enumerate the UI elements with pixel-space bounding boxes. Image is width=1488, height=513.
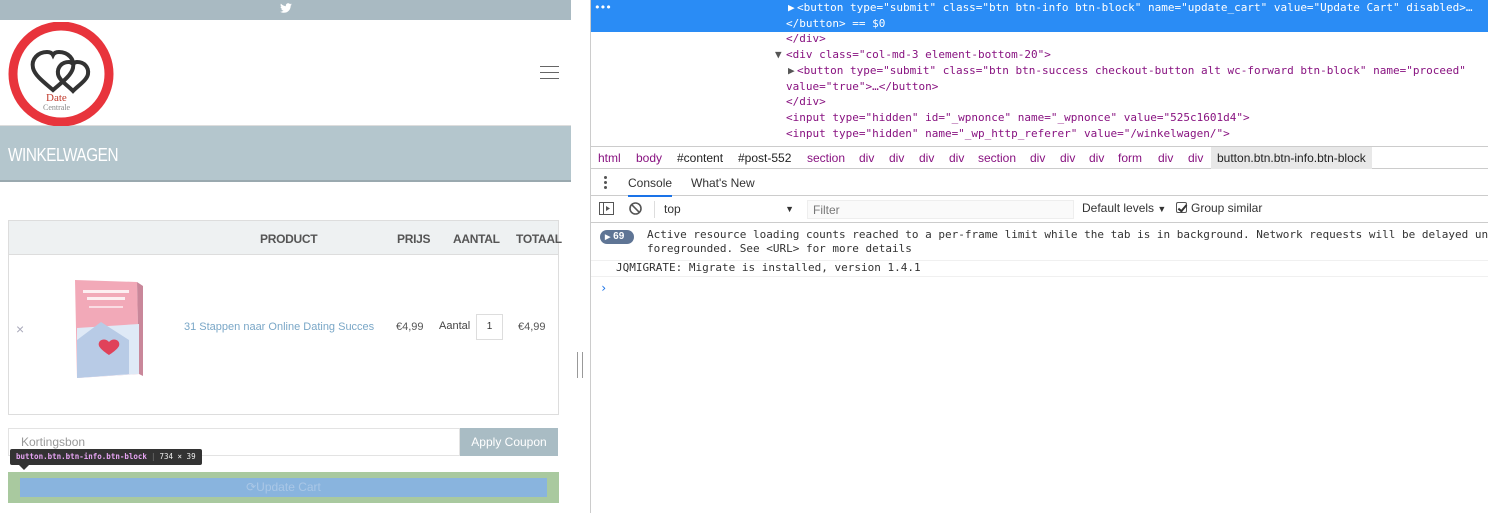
dom-node[interactable]: ▼ <div class="col-md-3 element-bottom-20…	[591, 47, 1488, 63]
breadcrumb-item[interactable]: form	[1118, 147, 1142, 169]
product-link[interactable]: 31 Stappen naar Online Dating Succes	[184, 321, 374, 333]
dom-node-text: </button> == $0	[786, 17, 886, 30]
breadcrumb-item[interactable]: #post-552	[738, 147, 791, 169]
group-similar-label: Group similar	[1191, 201, 1263, 215]
sidebar-toggle-icon[interactable]	[599, 202, 614, 215]
expand-arrow-icon[interactable]: ▶	[788, 63, 795, 79]
tooltip-size: 734 × 39	[159, 452, 196, 461]
cart-table: PRODUCT PRIJS AANTAL TOTAAL × 31 Stappen…	[8, 220, 562, 415]
column-total: TOTAAL	[516, 232, 562, 246]
breadcrumb-item[interactable]: div	[1188, 147, 1203, 169]
update-cart-button[interactable]: ⟳Update Cart	[20, 478, 547, 497]
repeat-count-badge: ▶ 69	[600, 230, 634, 244]
expand-arrow-icon[interactable]: ▶	[788, 0, 795, 16]
dom-breadcrumbs: html body #content #post-552 section div…	[591, 146, 1488, 169]
message-text: Active resource loading counts reached t…	[647, 228, 1488, 241]
tab-console[interactable]: Console	[628, 176, 673, 197]
context-select[interactable]: top ▼	[654, 201, 794, 218]
line-total: €4,99	[518, 321, 546, 333]
breadcrumb-item[interactable]: div	[949, 147, 964, 169]
dropdown-caret-icon: ▼	[1157, 204, 1167, 214]
column-product: PRODUCT	[260, 232, 318, 246]
column-price: PRIJS	[397, 232, 431, 246]
breadcrumb-item[interactable]: div	[919, 147, 934, 169]
update-cart-label: Update Cart	[256, 480, 321, 494]
resize-grip-icon[interactable]	[577, 352, 583, 378]
checkbox-checked-icon[interactable]	[1176, 202, 1187, 213]
breadcrumb-item[interactable]: div	[889, 147, 904, 169]
group-similar-checkbox[interactable]: Group similar	[1176, 201, 1262, 215]
breadcrumb-item[interactable]: body	[636, 147, 662, 169]
tab-whats-new[interactable]: What's New	[691, 176, 755, 190]
log-levels-dropdown[interactable]: Default levels ▼	[1082, 201, 1166, 215]
dom-node-text: </div>	[786, 32, 826, 45]
drawer-menu-icon[interactable]	[604, 176, 607, 191]
breadcrumb-item[interactable]: section	[807, 147, 845, 169]
logo-line-centrale: Centrale	[43, 103, 71, 112]
site-header: Date Centrale	[0, 20, 571, 126]
dom-node-text: <input type="hidden" id="_wpnonce" name=…	[786, 111, 1250, 124]
breadcrumb-item[interactable]: html	[598, 147, 621, 169]
dom-node-text: <button type="submit" class="btn btn-inf…	[797, 1, 1473, 14]
quantity-input[interactable]: 1	[476, 314, 503, 340]
breadcrumb-item[interactable]: div	[1030, 147, 1045, 169]
dom-node[interactable]: ▶ <button type="submit" class="btn btn-s…	[591, 63, 1488, 79]
dom-node-selected-close[interactable]: </button> == $0	[591, 16, 1488, 32]
menu-hamburger-icon[interactable]	[540, 66, 559, 80]
breadcrumb-item-current[interactable]: button.btn.btn-info.btn-block	[1211, 147, 1372, 169]
breadcrumb-item[interactable]: #content	[677, 147, 723, 169]
console-filter-input[interactable]: Filter	[807, 200, 1074, 219]
badge-arrow-icon: ▶	[605, 234, 611, 241]
website-viewport: Date Centrale WINKELWAGEN PRODUCT PRIJS …	[0, 0, 571, 513]
inspect-tooltip: button.btn.btn-info.btn-block | 734 × 39	[10, 449, 202, 465]
clear-console-icon[interactable]	[629, 202, 642, 215]
console-toolbar: top ▼ Filter Default levels ▼ Group simi…	[591, 196, 1488, 223]
panel-splitter[interactable]	[571, 0, 591, 513]
message-text: foregrounded. See <URL> for more details	[647, 242, 912, 255]
message-text: JQMIGRATE: Migrate is installed, version…	[616, 261, 921, 274]
twitter-icon[interactable]	[279, 1, 293, 15]
apply-coupon-button[interactable]: Apply Coupon	[460, 428, 558, 456]
console-message[interactable]: JQMIGRATE: Migrate is installed, version…	[591, 261, 1488, 277]
screen: Date Centrale WINKELWAGEN PRODUCT PRIJS …	[0, 0, 1488, 513]
dom-node[interactable]: </div>	[591, 31, 1488, 47]
console-message[interactable]: ▶ 69 Active resource loading counts reac…	[591, 224, 1488, 261]
dropdown-caret-icon: ▼	[785, 204, 794, 214]
top-social-bar	[0, 0, 571, 20]
console-prompt-icon[interactable]: ›	[600, 281, 607, 295]
logo-wordmark: Date Centrale	[43, 93, 71, 113]
cart-table-header: PRODUCT PRIJS AANTAL TOTAAL	[9, 221, 562, 255]
levels-label: Default levels	[1082, 201, 1155, 215]
dom-node[interactable]: <input type="hidden" id="_wpnonce" name=…	[591, 110, 1488, 126]
tooltip-selector: button.btn.btn-info.btn-block	[16, 452, 147, 461]
dom-node-text: </div>	[786, 95, 826, 108]
context-value: top	[664, 202, 681, 216]
page-title: WINKELWAGEN	[8, 145, 119, 165]
breadcrumb-item[interactable]: div	[1158, 147, 1173, 169]
dom-node-text: <input type="hidden" name="_wp_http_refe…	[786, 127, 1230, 140]
drawer-tabs: Console What's New	[591, 169, 1488, 197]
remove-item-icon[interactable]: ×	[16, 321, 24, 337]
collapse-arrow-icon[interactable]: ▼	[775, 47, 782, 63]
dom-node-text: value="true">…</button>	[786, 80, 939, 93]
more-dots-icon[interactable]: •••	[594, 0, 612, 16]
refresh-icon: ⟳	[246, 480, 257, 494]
product-thumbnail[interactable]	[71, 278, 145, 380]
breadcrumb-item[interactable]: div	[1060, 147, 1075, 169]
devtools-panel: ••• ▶ <button type="submit" class="btn b…	[591, 0, 1488, 513]
dom-node-selected[interactable]: ••• ▶ <button type="submit" class="btn b…	[591, 0, 1488, 16]
dom-node-text: <div class="col-md-3 element-bottom-20">	[786, 48, 1051, 61]
breadcrumb-item[interactable]: div	[859, 147, 874, 169]
product-price: €4,99	[396, 321, 424, 333]
breadcrumb-item[interactable]: div	[1089, 147, 1104, 169]
breadcrumb-item[interactable]: section	[978, 147, 1016, 169]
tooltip-arrow	[19, 465, 29, 470]
column-quantity: AANTAL	[453, 232, 500, 246]
dom-node[interactable]: <input type="hidden" name="_wp_http_refe…	[591, 126, 1488, 142]
quantity-label: Aantal	[439, 320, 471, 332]
dom-node[interactable]: value="true">…</button>	[591, 79, 1488, 95]
repeat-count: 69	[613, 231, 625, 242]
dom-node-text: <button type="submit" class="btn btn-suc…	[797, 64, 1466, 77]
dom-node[interactable]: </div>	[591, 94, 1488, 110]
